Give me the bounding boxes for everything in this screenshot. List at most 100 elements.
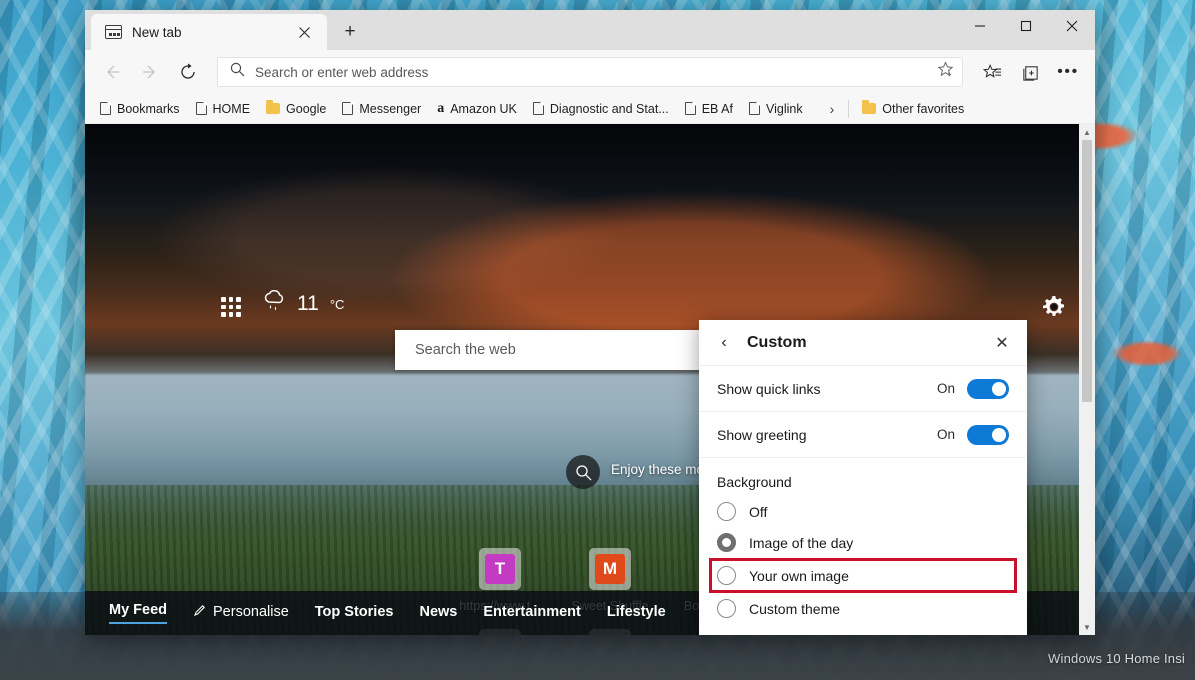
windows-activation-watermark: Windows 10 Home Insi <box>1048 651 1185 666</box>
forward-icon[interactable] <box>133 55 167 89</box>
more-settings-icon[interactable]: ••• <box>1051 55 1085 89</box>
other-favorites-label: Other favorites <box>882 101 965 116</box>
refresh-icon[interactable] <box>171 55 205 89</box>
setting-label: Show greeting <box>717 426 807 443</box>
content-section-title: Content <box>699 624 1027 635</box>
close-window-button[interactable] <box>1049 10 1095 42</box>
favorite-item-eb-af[interactable]: EB Af <box>678 99 740 119</box>
chevron-right-icon[interactable]: › <box>822 101 843 117</box>
image-search-icon[interactable] <box>566 455 600 489</box>
minimize-button[interactable] <box>957 10 1003 42</box>
panel-title: Custom <box>747 333 807 351</box>
radio-button-selected[interactable] <box>717 533 736 552</box>
favorite-label: Amazon UK <box>450 101 517 116</box>
new-tab-button[interactable]: + <box>337 19 363 45</box>
setting-state: On <box>936 381 955 396</box>
feed-nav-news[interactable]: News <box>419 604 457 622</box>
toggle-show-greeting[interactable] <box>967 424 1009 445</box>
browser-window: New tab + Search or enter web address ••… <box>85 10 1095 635</box>
address-bar[interactable]: Search or enter web address <box>217 57 963 87</box>
scrollbar-thumb[interactable] <box>1082 140 1092 402</box>
document-icon <box>749 101 761 115</box>
feed-nav-entertainment[interactable]: Entertainment <box>483 604 581 622</box>
close-icon[interactable]: ✕ <box>989 330 1015 356</box>
back-icon[interactable] <box>95 55 129 89</box>
document-icon <box>684 101 697 115</box>
favorite-label: EB Af <box>701 101 733 116</box>
cloud-rain-icon <box>261 289 288 318</box>
custom-settings-panel: ‹ Custom ✕ Show quick links On Show gree… <box>699 320 1027 635</box>
feed-nav-label: Personalise <box>213 604 289 620</box>
scroll-down-icon[interactable]: ▼ <box>1079 619 1095 635</box>
favorite-label: Diagnostic and Stat... <box>549 101 669 116</box>
maximize-button[interactable] <box>1003 10 1049 42</box>
favorite-item-messenger[interactable]: Messenger <box>335 99 428 119</box>
radio-row-your-own-image[interactable]: Your own image <box>709 558 1017 593</box>
tab-title: New tab <box>132 24 182 40</box>
radio-button[interactable] <box>717 566 736 585</box>
favorite-label: Google <box>286 101 327 116</box>
weather-unit: °C <box>329 296 345 312</box>
browser-toolbar: Search or enter web address ••• <box>85 50 1095 94</box>
favorite-label: Messenger <box>359 101 422 116</box>
favorite-label: Viglink <box>766 101 803 116</box>
favorite-item-bookmarks[interactable]: Bookmarks <box>93 99 187 119</box>
radio-row-custom-theme[interactable]: Custom theme <box>699 593 1027 624</box>
gear-icon[interactable] <box>1041 294 1067 320</box>
setting-row-show-greeting[interactable]: Show greeting On <box>699 412 1027 458</box>
feed-nav-lifestyle[interactable]: Lifestyle <box>607 604 666 622</box>
back-chevron-icon[interactable]: ‹ <box>711 330 737 356</box>
favorite-label: HOME <box>212 101 251 116</box>
radio-label: Image of the day <box>749 534 854 551</box>
favorite-label: Bookmarks <box>117 101 180 116</box>
favorites-bar: Bookmarks HOME Google Messenger a Amazon… <box>85 94 1095 124</box>
window-controls <box>957 10 1095 42</box>
folder-icon <box>266 100 281 114</box>
favorite-item-home[interactable]: HOME <box>189 99 258 119</box>
tile-icon: T <box>479 548 521 590</box>
panel-header: ‹ Custom ✕ <box>699 320 1027 366</box>
radio-row-image-of-the-day[interactable]: Image of the day <box>699 527 1027 558</box>
feed-nav-my-feed[interactable]: My Feed <box>109 602 168 624</box>
tab-strip: New tab + <box>85 10 1095 50</box>
folder-icon <box>862 100 877 114</box>
toggle-show-quick-links[interactable] <box>967 378 1009 399</box>
radio-button[interactable] <box>717 599 736 618</box>
setting-state: On <box>936 427 955 442</box>
search-input-placeholder: Search the web <box>415 342 516 358</box>
divider <box>848 99 850 118</box>
page-scrollbar[interactable]: ▲ ▼ <box>1079 124 1095 635</box>
radio-row-off[interactable]: Off <box>699 496 1027 527</box>
amazon-icon: a <box>437 100 445 116</box>
radio-label: Off <box>749 503 768 520</box>
background-section-title: Background <box>717 474 792 490</box>
browser-tab[interactable]: New tab <box>91 14 327 50</box>
favorite-item-diagnostic[interactable]: Diagnostic and Stat... <box>526 99 676 119</box>
weather-temperature: 11 <box>297 292 319 315</box>
radio-button[interactable] <box>717 502 736 521</box>
tile-glyph: M <box>595 554 625 584</box>
setting-row-show-quick-links[interactable]: Show quick links On <box>699 366 1027 412</box>
weather-widget[interactable]: 11 °C <box>261 289 345 318</box>
document-icon <box>100 101 112 115</box>
favorite-item-google[interactable]: Google <box>259 99 333 119</box>
address-bar-placeholder: Search or enter web address <box>255 64 429 80</box>
feed-nav-top-stories[interactable]: Top Stories <box>315 604 394 622</box>
document-icon <box>342 101 354 115</box>
add-favorite-icon[interactable] <box>937 61 954 83</box>
favorite-item-viglink[interactable]: Viglink <box>742 99 810 119</box>
document-icon <box>195 101 207 115</box>
search-icon <box>230 62 245 82</box>
app-launcher-icon[interactable] <box>221 297 241 317</box>
scroll-up-icon[interactable]: ▲ <box>1079 124 1095 140</box>
close-tab-icon[interactable] <box>291 19 317 45</box>
feed-nav-personalise[interactable]: Personalise <box>193 604 289 623</box>
other-favorites-folder[interactable]: Other favorites <box>855 99 971 119</box>
radio-label: Custom theme <box>749 600 841 617</box>
radio-label: Your own image <box>749 567 849 584</box>
favorites-list-icon[interactable] <box>975 55 1009 89</box>
collections-icon[interactable] <box>1013 55 1047 89</box>
document-icon <box>532 101 545 115</box>
tile-glyph: T <box>485 554 515 584</box>
favorite-item-amazon-uk[interactable]: a Amazon UK <box>430 99 524 119</box>
